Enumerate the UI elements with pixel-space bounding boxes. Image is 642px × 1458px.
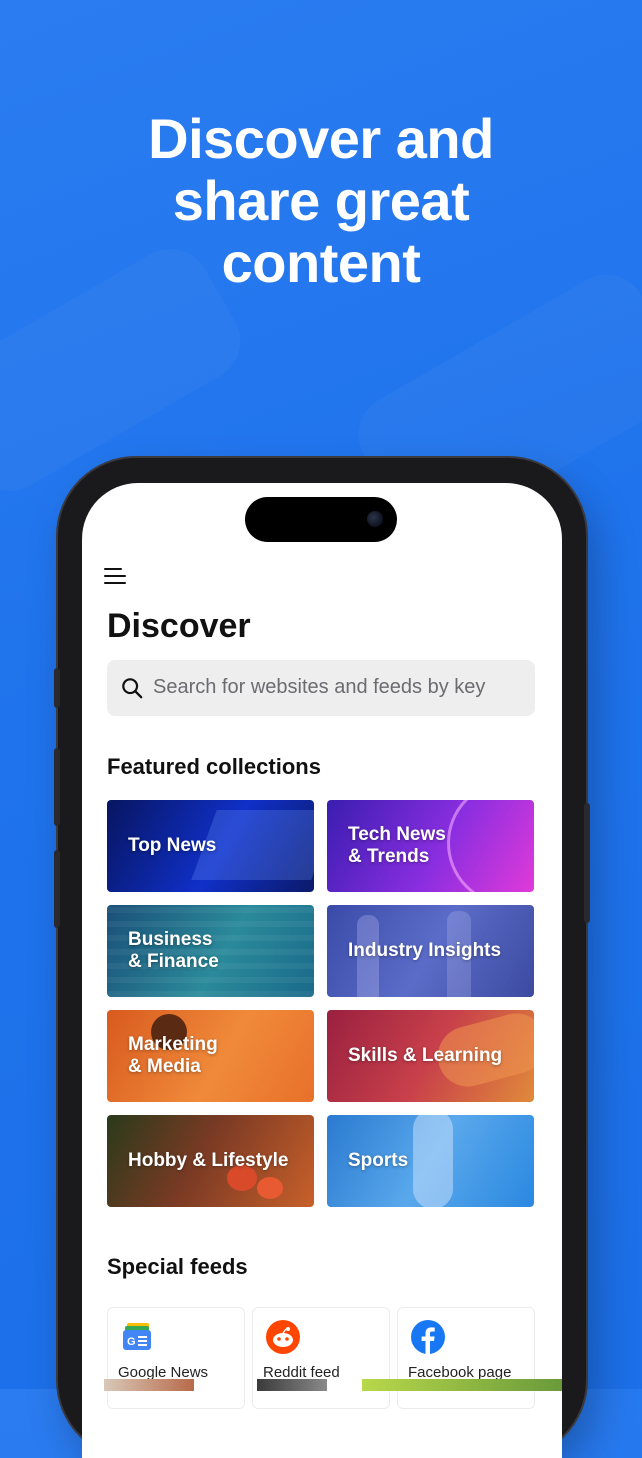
tile-label-line-1: Marketing: [128, 1034, 218, 1055]
tile-label: Sports: [348, 1150, 409, 1171]
tile-hobby-lifestyle[interactable]: Hobby & Lifestyle: [107, 1115, 314, 1207]
tile-label: Hobby & Lifestyle: [128, 1150, 289, 1171]
feed-card-reddit[interactable]: Reddit feed: [252, 1307, 390, 1409]
dynamic-island: [245, 497, 397, 542]
special-feeds-title: Special feeds: [107, 1254, 248, 1279]
search-placeholder: Search for websites and feeds by key: [153, 676, 486, 698]
svg-text:G: G: [127, 1336, 136, 1348]
feed-card-facebook[interactable]: Facebook page: [397, 1307, 535, 1409]
tile-marketing-media[interactable]: Marketing & Media: [107, 1010, 314, 1102]
featured-collections-title: Featured collections: [107, 754, 321, 779]
tile-tech-news[interactable]: Tech News & Trends: [327, 800, 534, 892]
next-row-preview: [104, 1379, 194, 1391]
tile-label-line-2: & Finance: [128, 951, 219, 972]
action-button: [54, 668, 60, 708]
tile-label: Tech News & Trends: [348, 824, 446, 868]
app-screen: Discover Search for websites and feeds b…: [82, 483, 562, 1458]
tile-business-finance[interactable]: Business & Finance: [107, 905, 314, 997]
front-camera: [367, 511, 383, 527]
headline-line-2: share great: [172, 169, 470, 232]
tile-label: Marketing & Media: [128, 1034, 218, 1078]
next-row-preview: [257, 1379, 327, 1391]
search-input[interactable]: Search for websites and feeds by key: [107, 660, 535, 716]
headline: Discover and share great content: [0, 108, 642, 294]
volume-down-button: [54, 850, 60, 928]
tile-label-line-1: Business: [128, 929, 213, 950]
reddit-icon: [266, 1320, 300, 1354]
tile-label: Business & Finance: [128, 929, 219, 973]
tile-label: Industry Insights: [348, 940, 502, 961]
menu-icon[interactable]: [104, 567, 126, 585]
page-title: Discover: [107, 607, 251, 645]
tile-label: Skills & Learning: [348, 1045, 503, 1066]
power-button: [584, 803, 590, 923]
headline-line-1: Discover and: [148, 107, 494, 170]
tile-label: Top News: [128, 835, 217, 856]
tile-sports[interactable]: Sports: [327, 1115, 534, 1207]
tile-skills-learning[interactable]: Skills & Learning: [327, 1010, 534, 1102]
feed-card-google-news[interactable]: G Google News: [107, 1307, 245, 1409]
volume-up-button: [54, 748, 60, 826]
headline-line-3: content: [221, 231, 421, 294]
search-icon: [122, 678, 143, 699]
tile-label-line-2: & Trends: [348, 846, 430, 867]
google-news-icon: G: [123, 1323, 151, 1350]
tile-top-news[interactable]: Top News: [107, 800, 314, 892]
facebook-icon: [411, 1320, 445, 1354]
tile-label-line-2: & Media: [128, 1056, 201, 1077]
tile-label-line-1: Tech News: [348, 824, 446, 845]
phone-frame: Discover Search for websites and feeds b…: [54, 458, 590, 1458]
tile-industry-insights[interactable]: Industry Insights: [327, 905, 534, 997]
next-row-preview: [362, 1379, 562, 1391]
